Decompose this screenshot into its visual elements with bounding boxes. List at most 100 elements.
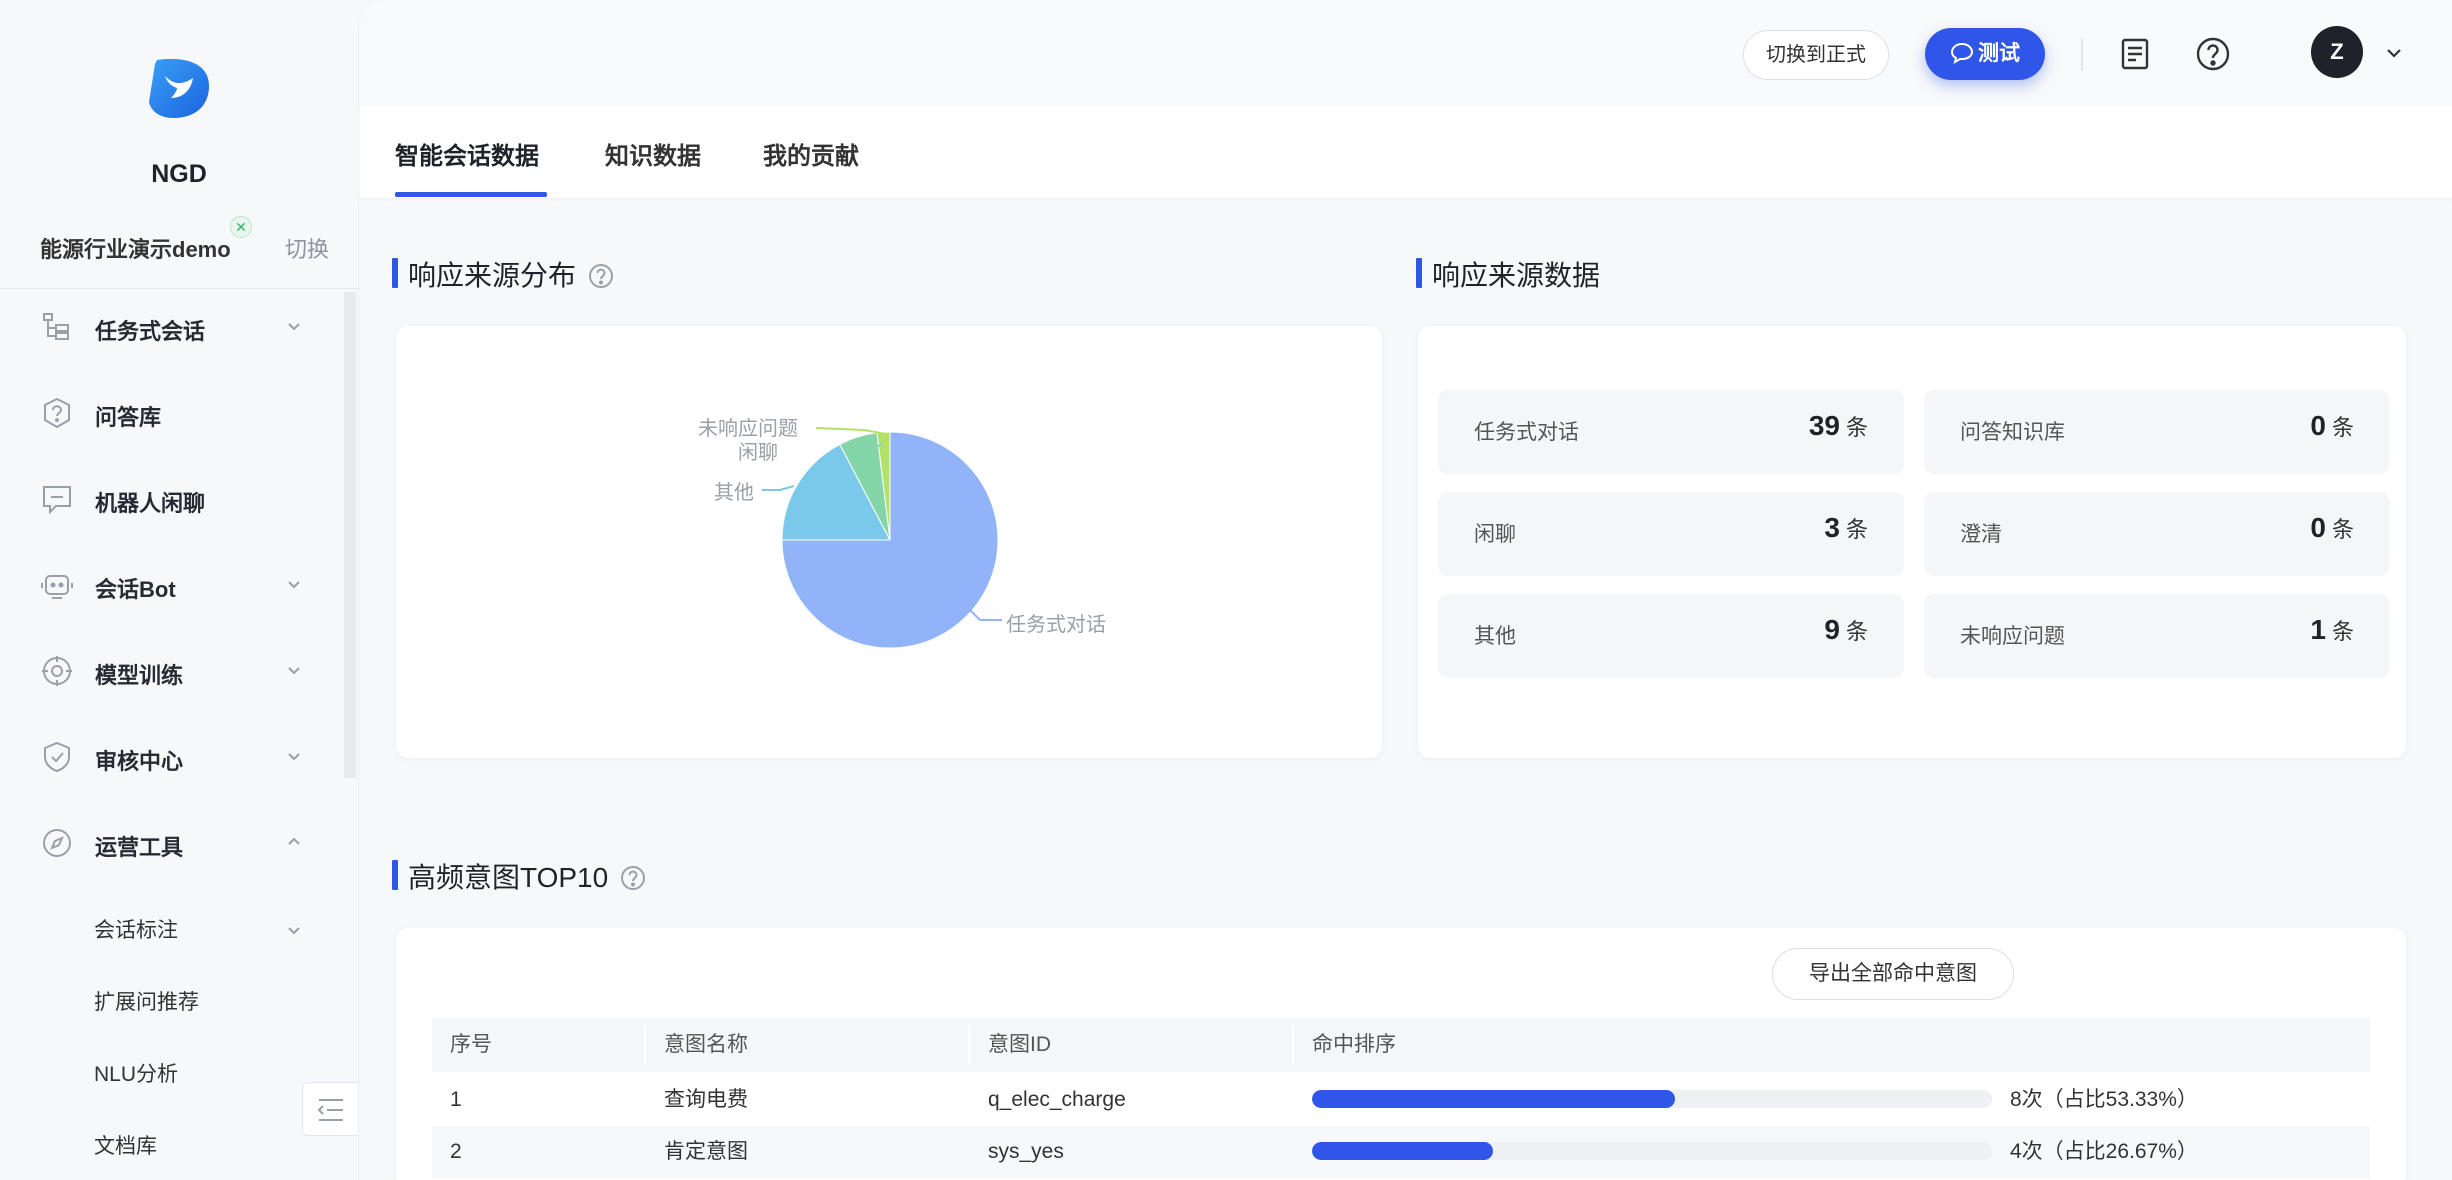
top-intents-section-title: 高频意图TOP10 — [392, 856, 646, 896]
sidebar-item-label: 机器人闲聊 — [95, 491, 206, 516]
sidebar-subitem-label: NLU分析 — [94, 1063, 179, 1086]
stat-number: 0 — [2310, 512, 2326, 543]
pie-label-chitchat: 闲聊 — [738, 442, 778, 464]
sidebar-subitem-expansion-recommend[interactable]: 扩展问推荐 — [94, 986, 314, 1026]
tenant-name: 能源行业演示demo — [40, 237, 231, 262]
document-icon[interactable] — [2117, 36, 2153, 72]
tab-bar: 智能会话数据 知识数据 我的贡献 — [359, 106, 2452, 198]
tab-session-data[interactable]: 智能会话数据 — [395, 136, 539, 171]
cell-intent-name: 肯定意图 — [664, 1140, 748, 1163]
target-icon — [42, 656, 72, 686]
stat-qa-knowledge: 问答知识库 0条 — [1924, 390, 2390, 474]
brand-name: NGD — [151, 160, 207, 188]
distribution-section-title: 响应来源分布 — [392, 254, 614, 294]
cell-intent-id: sys_yes — [988, 1140, 1064, 1163]
distribution-chart-card — [396, 326, 1382, 758]
source-data-title-text: 响应来源数据 — [1432, 260, 1601, 291]
stat-label: 其他 — [1474, 625, 1516, 648]
tab-knowledge-data[interactable]: 知识数据 — [605, 136, 701, 171]
chevron-up-icon — [288, 837, 300, 845]
compass-icon — [43, 829, 71, 857]
sidebar-item-chitchat[interactable]: 机器人闲聊 — [40, 474, 310, 524]
hit-progress-fill — [1312, 1090, 1675, 1108]
help-icon[interactable] — [588, 263, 614, 289]
top-intents-title-text: 高频意图TOP10 — [408, 862, 609, 893]
stat-task-dialog: 任务式对话 39 条 — [1438, 390, 1904, 474]
avatar[interactable]: Z — [2311, 26, 2363, 78]
check-shield-icon — [44, 741, 70, 773]
stat-unit: 条 — [1845, 619, 1868, 644]
sidebar-item-label: 会话Bot — [95, 577, 176, 602]
sidebar-collapse-button[interactable] — [302, 1082, 358, 1136]
tenant-row: 能源行业演示demo ✕ 切换 — [40, 216, 340, 264]
logo — [0, 50, 358, 122]
stat-unit: 条 — [2331, 619, 2354, 644]
stat-chitchat: 闲聊 3条 — [1438, 492, 1904, 576]
sidebar-item-ops-tools[interactable]: 运营工具 — [40, 818, 310, 868]
chat-icon — [1950, 42, 1974, 65]
sidebar-item-review-center[interactable]: 审核中心 — [40, 732, 310, 782]
chevron-down-icon — [288, 323, 300, 331]
sidebar-subitem-label: 会话标注 — [94, 919, 178, 942]
tab-my-contribution[interactable]: 我的贡献 — [763, 136, 859, 171]
sidebar-subitem-session-annotation[interactable]: 会话标注 — [94, 914, 314, 954]
tenant-switch-link[interactable]: 切换 — [285, 232, 329, 264]
chevron-down-icon — [288, 753, 300, 761]
cell-hit-count: 8次（占比53.33%） — [2010, 1088, 2198, 1111]
cell-intent-name: 查询电费 — [664, 1088, 748, 1111]
stat-value: 0条 — [2310, 410, 2354, 442]
cell-intent-id: q_elec_charge — [988, 1088, 1126, 1111]
sidebar-item-session-bot[interactable]: 会话Bot — [40, 560, 310, 610]
sidebar-item-model-training[interactable]: 模型训练 — [40, 646, 310, 696]
sidebar-subitem-label: 文档库 — [94, 1135, 157, 1158]
hit-progress-bar — [1312, 1090, 1992, 1108]
help-icon[interactable] — [620, 865, 646, 891]
sidebar-item-label: 任务式会话 — [95, 319, 206, 344]
sidebar-divider — [0, 288, 358, 289]
table-row[interactable]: 2 肯定意图 sys_yes 4次（占比26.67%） — [432, 1126, 2370, 1178]
stat-label: 未响应问题 — [1960, 625, 2065, 648]
stat-value: 39 条 — [1809, 410, 1868, 442]
chevron-down-icon — [288, 667, 300, 675]
stat-label: 问答知识库 — [1960, 421, 2065, 444]
sidebar-item-label: 运营工具 — [95, 835, 184, 860]
pie-label-task-dialog: 任务式对话 — [1006, 614, 1106, 636]
tenant-badge: ✕ — [230, 216, 252, 238]
switch-to-production-button[interactable]: 切换到正式 — [1743, 30, 1889, 80]
table-header: 序号 意图名称 意图ID 命中排序 — [432, 1018, 2370, 1072]
sidebar-scrollbar[interactable] — [344, 292, 356, 778]
stat-unanswered: 未响应问题 1条 — [1924, 594, 2390, 678]
stat-value: 3条 — [1824, 512, 1868, 544]
export-all-intents-button[interactable]: 导出全部命中意图 — [1772, 948, 2014, 1000]
stat-number: 0 — [2310, 410, 2326, 441]
source-data-section-title: 响应来源数据 — [1416, 254, 1601, 294]
sidebar-subitem-document-library[interactable]: 文档库 — [94, 1130, 314, 1170]
sidebar-item-label: 问答库 — [95, 405, 162, 430]
column-header-intent-id: 意图ID — [988, 1033, 1051, 1056]
pie-label-other: 其他 — [714, 482, 754, 504]
stat-unit: 条 — [1845, 517, 1868, 542]
table-row[interactable]: 1 查询电费 q_elec_charge 8次（占比53.33%） — [432, 1074, 2370, 1126]
cell-index: 1 — [450, 1088, 462, 1111]
stat-value: 0条 — [2310, 512, 2354, 544]
sidebar-subitem-nlu-analysis[interactable]: NLU分析 — [94, 1058, 314, 1098]
distribution-title-text: 响应来源分布 — [408, 260, 577, 291]
chevron-down-icon[interactable] — [2383, 42, 2405, 64]
stat-number: 3 — [1824, 512, 1840, 543]
hit-progress-fill — [1312, 1142, 1494, 1160]
hit-progress-bar — [1312, 1142, 1992, 1160]
help-icon[interactable] — [2195, 36, 2231, 72]
stat-number: 39 — [1808, 410, 1840, 441]
stat-clarify: 澄清 0条 — [1924, 492, 2390, 576]
column-header-hit-rank: 命中排序 — [1312, 1033, 1396, 1056]
pie-chart — [762, 427, 1002, 649]
stat-other: 其他 9条 — [1438, 594, 1904, 678]
sidebar-item-qa-library[interactable]: 问答库 — [40, 388, 310, 438]
test-button-label: 测试 — [1978, 42, 2020, 65]
robot-icon — [41, 575, 73, 599]
leader-unanswered — [815, 427, 887, 435]
sidebar-subitem-label: 扩展问推荐 — [94, 991, 199, 1014]
test-button[interactable]: 测试 — [1925, 28, 2045, 80]
section-accent-bar — [392, 860, 398, 890]
sidebar-item-task-dialog[interactable]: 任务式会话 — [40, 302, 310, 352]
